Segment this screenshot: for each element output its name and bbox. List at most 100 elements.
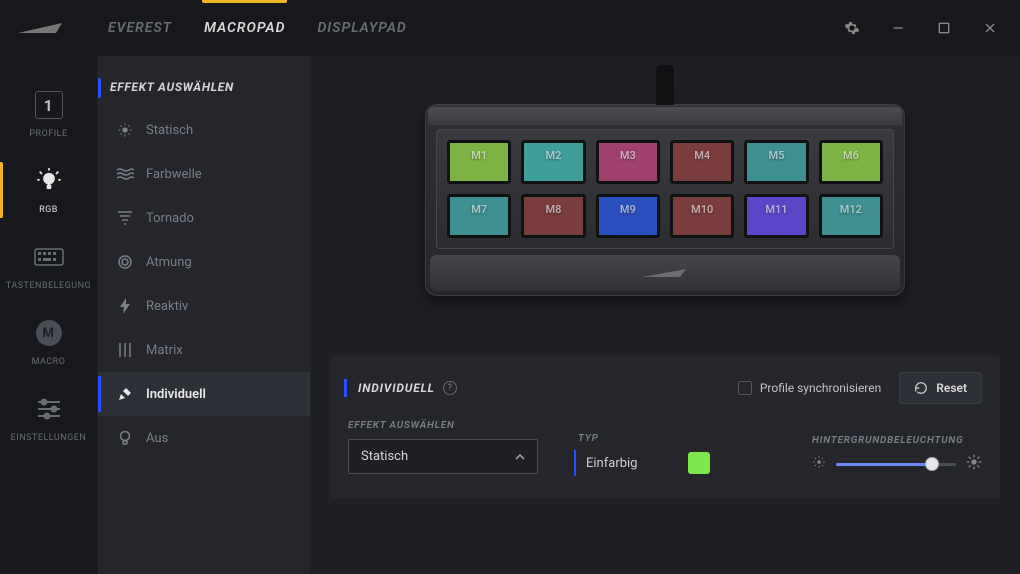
tab-displaypad[interactable]: DISPLAYPAD (305, 2, 418, 54)
main-tabs: EVERESTMACROPADDISPLAYPAD (96, 2, 838, 54)
bolt-icon (116, 297, 134, 315)
tab-everest[interactable]: EVEREST (96, 2, 184, 54)
macropad-device: M1M2M3M4M5M6 M7M8M9M10M11M12 (425, 104, 905, 296)
device-top-edge (428, 107, 902, 125)
macro-key-m2[interactable]: M2 (521, 140, 585, 184)
sliders-icon (33, 393, 65, 425)
controls-row: EFFEKT AUSWÄHLEN Statisch TYP Einfarbig … (348, 420, 982, 474)
target-icon (116, 253, 134, 271)
effect-item-label: Reaktiv (146, 299, 188, 314)
effect-list: Statisch Farbwelle Tornado Atmung Reaktiv Mat… (98, 108, 310, 460)
effect-item-aus[interactable]: Aus (98, 416, 310, 460)
type-group-wrap: TYP Einfarbig (578, 433, 710, 474)
bulb-off-icon (116, 429, 134, 447)
macro-key-m5[interactable]: M5 (744, 140, 808, 184)
checkbox-icon (738, 381, 752, 395)
effect-item-label: Aus (146, 431, 168, 446)
rail-item-einstellungen[interactable]: EINSTELLUNGEN (0, 380, 98, 456)
maximize-icon[interactable] (930, 14, 958, 42)
macro-key-m10[interactable]: M10 (670, 194, 734, 238)
config-card: INDIVIDUELL ? Profile synchronisieren Re… (330, 356, 1000, 498)
macro-key-m3[interactable]: M3 (596, 140, 660, 184)
backlight-label: HINTERGRUNDBELEUCHTUNG (812, 435, 982, 446)
effect-item-farbwelle[interactable]: Farbwelle (98, 152, 310, 196)
effect-item-label: Statisch (146, 123, 193, 138)
key-grid: M1M2M3M4M5M6 M7M8M9M10M11M12 (436, 129, 894, 249)
matrix-icon (116, 341, 134, 359)
macro-key-m1[interactable]: M1 (447, 140, 511, 184)
device-base (430, 255, 900, 291)
effect-panel-header: EFFEKT AUSWÄHLEN (98, 72, 310, 108)
close-icon[interactable] (976, 14, 1004, 42)
macro-key-m7[interactable]: M7 (447, 194, 511, 238)
reset-label: Reset (936, 381, 967, 395)
rail-label: MACRO (32, 357, 66, 367)
effect-item-tornado[interactable]: Tornado (98, 196, 310, 240)
macro-key-m4[interactable]: M4 (670, 140, 734, 184)
sync-profiles-checkbox[interactable]: Profile synchronisieren (738, 381, 881, 395)
backlight-group: HINTERGRUNDBELEUCHTUNG (812, 435, 982, 474)
effect-panel: EFFEKT AUSWÄHLEN Statisch Farbwelle Tornad… (98, 56, 310, 574)
effect-panel-title: EFFEKT AUSWÄHLEN (110, 80, 234, 94)
config-title: INDIVIDUELL (358, 381, 435, 395)
effect-item-label: Atmung (146, 255, 192, 270)
reset-button[interactable]: Reset (899, 372, 982, 404)
device-preview-wrap: M1M2M3M4M5M6 M7M8M9M10M11M12 (330, 70, 1000, 340)
type-value: Einfarbig (586, 456, 638, 471)
rail-label: RGB (39, 205, 58, 215)
macro-key-m6[interactable]: M6 (819, 140, 883, 184)
lightbulb-icon (33, 165, 65, 197)
macro-key-m9[interactable]: M9 (596, 194, 660, 238)
color-swatch[interactable] (688, 452, 710, 474)
device-cable (656, 65, 674, 105)
effect-item-atmung[interactable]: Atmung (98, 240, 310, 284)
config-header-row: INDIVIDUELL ? Profile synchronisieren Re… (348, 372, 982, 404)
effect-item-label: Farbwelle (146, 167, 202, 182)
effect-item-reaktiv[interactable]: Reaktiv (98, 284, 310, 328)
macro-key-m12[interactable]: M12 (819, 194, 883, 238)
minimize-icon[interactable] (884, 14, 912, 42)
sun-icon (116, 121, 134, 139)
chevron-up-icon (515, 452, 525, 462)
custom-icon (116, 385, 134, 403)
config-header-actions: Profile synchronisieren Reset (738, 372, 982, 404)
brightness-high-icon (966, 454, 982, 474)
app-logo (16, 18, 66, 38)
rail-label: EINSTELLUNGEN (11, 433, 87, 443)
rail-item-tastenbelegung[interactable]: TASTENBELEGUNG (0, 228, 98, 304)
config-title-wrap: INDIVIDUELL ? (348, 381, 457, 395)
waves-icon (116, 165, 134, 183)
effect-select-label: EFFEKT AUSWÄHLEN (348, 420, 538, 431)
effect-select-group: EFFEKT AUSWÄHLEN Statisch (348, 420, 538, 474)
rail-label: PROFILE (29, 129, 67, 139)
help-icon[interactable]: ? (443, 381, 457, 395)
effect-item-label: Tornado (146, 211, 194, 226)
backlight-slider-wrap (812, 454, 982, 474)
main-content: M1M2M3M4M5M6 M7M8M9M10M11M12 INDIVIDUELL … (310, 56, 1020, 574)
keyboard-icon (33, 241, 65, 273)
window-controls (838, 14, 1004, 42)
effect-select-value: Statisch (361, 449, 408, 464)
slider-fill (836, 463, 932, 466)
effect-select[interactable]: Statisch (348, 439, 538, 474)
brightness-low-icon (812, 455, 826, 473)
profile-number-icon: 1 (33, 89, 65, 121)
effect-item-individuell[interactable]: Individuell (98, 372, 310, 416)
rail-item-macro[interactable]: M MACRO (0, 304, 98, 380)
macro-m-icon: M (33, 317, 65, 349)
effect-item-label: Matrix (146, 343, 183, 358)
rail-label: TASTENBELEGUNG (6, 281, 91, 291)
tornado-icon (116, 209, 134, 227)
macro-key-m11[interactable]: M11 (744, 194, 808, 238)
effect-item-statisch[interactable]: Statisch (98, 108, 310, 152)
slider-thumb[interactable] (925, 457, 939, 471)
rail-item-profile[interactable]: 1 PROFILE (0, 76, 98, 152)
sync-label: Profile synchronisieren (760, 381, 881, 395)
tab-macropad[interactable]: MACROPAD (192, 2, 297, 54)
macro-key-m8[interactable]: M8 (521, 194, 585, 238)
nav-rail: 1 PROFILE RGB TASTENBELEGUNG M MACRO EINSTELLU… (0, 56, 98, 574)
backlight-slider[interactable] (836, 463, 956, 466)
rail-item-rgb[interactable]: RGB (0, 152, 98, 228)
effect-item-matrix[interactable]: Matrix (98, 328, 310, 372)
settings-icon[interactable] (838, 14, 866, 42)
